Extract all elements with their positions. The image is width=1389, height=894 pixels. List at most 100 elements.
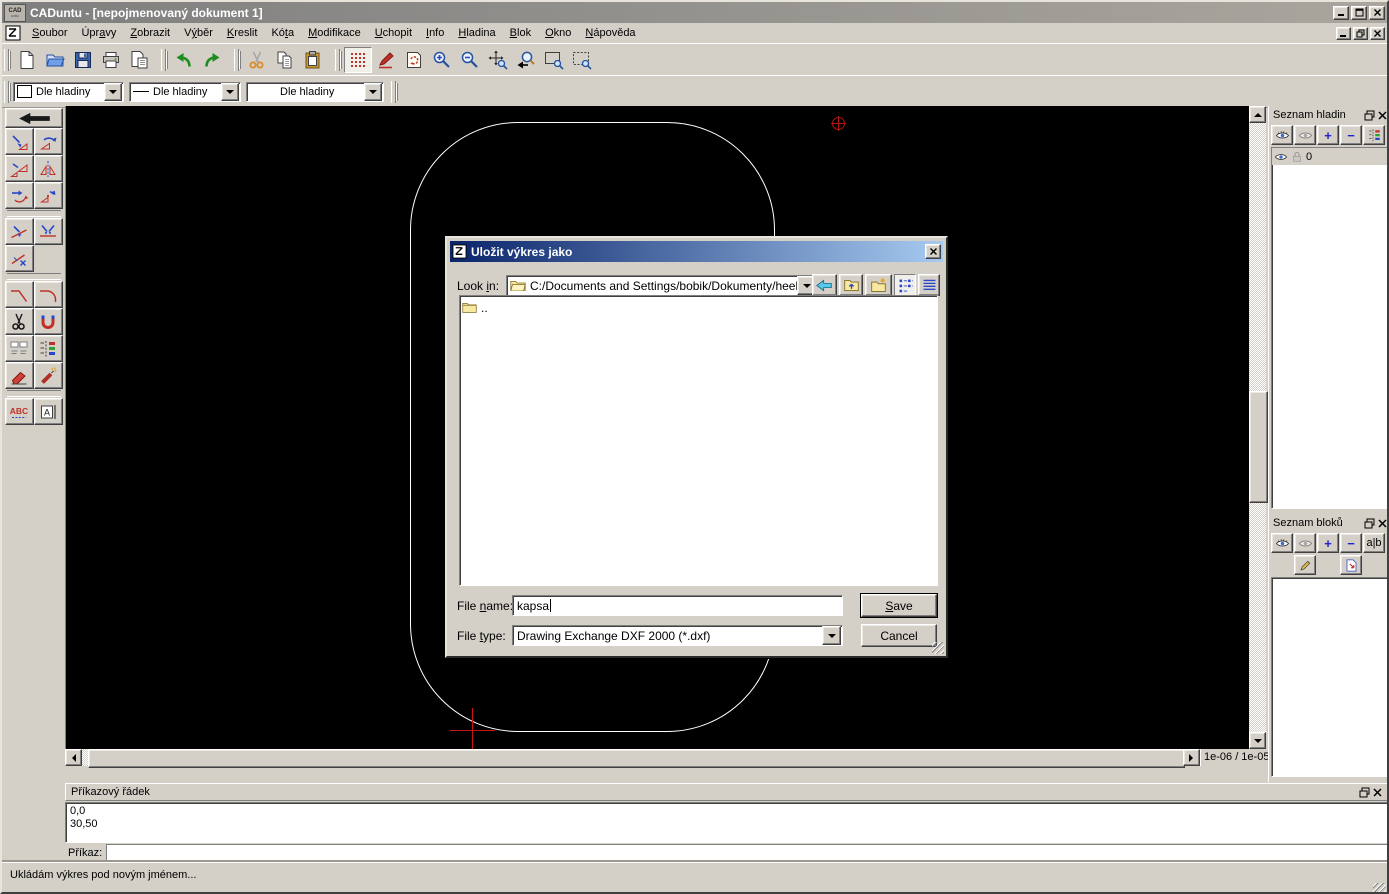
tool-delete-button[interactable]	[5, 362, 34, 389]
command-input[interactable]	[106, 844, 1388, 861]
mdi-minimize-button[interactable]	[1336, 27, 1351, 40]
maximize-button[interactable]	[1351, 6, 1367, 20]
mdi-close-button[interactable]	[1370, 27, 1385, 40]
dialog-titlebar[interactable]: Uložit výkres jako	[450, 241, 943, 262]
window-resize-grip[interactable]	[1373, 883, 1386, 894]
float-panel-icon[interactable]	[1363, 109, 1376, 122]
new-folder-button[interactable]	[865, 274, 892, 296]
tool-rotate-two-button[interactable]	[34, 182, 63, 209]
rename-block-button[interactable]: a|b	[1363, 533, 1385, 553]
file-list-item[interactable]: ..	[462, 299, 935, 316]
paste-button[interactable]	[299, 47, 327, 73]
tool-edit-text-button[interactable]: A	[34, 398, 63, 425]
show-all-blocks-button[interactable]	[1271, 533, 1293, 553]
save-file-button[interactable]	[69, 47, 97, 73]
menu-item-blok[interactable]: Blok	[503, 25, 538, 41]
pen-linetype-combo[interactable]: Dle hladiny	[246, 82, 384, 102]
look-in-combo[interactable]: C:/Documents and Settings/bobik/Dokument…	[506, 275, 818, 296]
file-name-input[interactable]: kapsa	[512, 595, 843, 616]
toolbar-handle[interactable]	[4, 49, 9, 71]
menu-item-napoveda[interactable]: Nápověda	[578, 25, 642, 41]
tool-back-button[interactable]	[5, 108, 63, 128]
scroll-down-button[interactable]	[1249, 732, 1266, 749]
list-view-button[interactable]	[894, 274, 916, 296]
zoom-auto-button[interactable]	[484, 47, 512, 73]
zoom-previous-button[interactable]	[512, 47, 540, 73]
undo-button[interactable]	[170, 47, 198, 73]
dialog-resize-grip[interactable]	[932, 642, 944, 654]
tool-trim-button[interactable]	[5, 218, 34, 245]
zoom-out-button[interactable]	[456, 47, 484, 73]
close-button[interactable]	[1369, 6, 1385, 20]
dropdown-arrow-icon[interactable]	[104, 83, 122, 101]
back-button[interactable]	[812, 274, 837, 296]
menu-item-kota[interactable]: Kóta	[264, 25, 301, 41]
vertical-scrollbar[interactable]	[1249, 106, 1266, 749]
remove-block-button[interactable]: −	[1340, 533, 1362, 553]
menu-item-vyber[interactable]: Výběr	[177, 25, 220, 41]
hscroll-thumb[interactable]	[88, 749, 1185, 768]
dropdown-arrow-icon[interactable]	[221, 83, 239, 101]
layer-list[interactable]: 0	[1271, 147, 1389, 509]
redraw-button[interactable]	[400, 47, 428, 73]
scroll-right-button[interactable]	[1183, 749, 1200, 766]
layer-attributes-button[interactable]	[1363, 125, 1385, 145]
tool-fillet-button[interactable]	[34, 281, 63, 308]
toolbar-handle[interactable]	[234, 49, 239, 71]
save-button[interactable]: Save	[861, 594, 937, 617]
new-document-button[interactable]	[13, 47, 41, 73]
hide-all-layers-button[interactable]	[1294, 125, 1316, 145]
copy-button[interactable]	[271, 47, 299, 73]
vscroll-thumb[interactable]	[1249, 391, 1268, 503]
tool-lengthen-button[interactable]	[5, 245, 34, 272]
tool-attributes-button[interactable]	[34, 335, 63, 362]
menu-item-info[interactable]: Info	[419, 25, 451, 41]
close-panel-icon[interactable]	[1371, 786, 1384, 799]
tool-divide-button[interactable]	[5, 308, 34, 335]
print-preview-button[interactable]	[125, 47, 153, 73]
dropdown-arrow-icon[interactable]	[364, 83, 382, 101]
dropdown-arrow-icon[interactable]	[822, 626, 841, 645]
show-all-layers-button[interactable]	[1271, 125, 1293, 145]
tool-rotate-button[interactable]	[34, 128, 63, 155]
up-one-level-button[interactable]	[839, 274, 863, 296]
cancel-button[interactable]: Cancel	[861, 624, 937, 647]
menu-item-modifikace[interactable]: Modifikace	[301, 25, 368, 41]
float-panel-icon[interactable]	[1358, 786, 1371, 799]
layer-visible-icon[interactable]	[1274, 150, 1288, 164]
remove-layer-button[interactable]: −	[1340, 125, 1362, 145]
grid-toggle-button[interactable]	[344, 47, 372, 73]
tool-stretch-button[interactable]	[34, 308, 63, 335]
horizontal-scrollbar[interactable]	[65, 749, 1200, 766]
tool-bevel-button[interactable]	[5, 281, 34, 308]
edit-block-button[interactable]	[1294, 555, 1316, 575]
block-list[interactable]	[1271, 577, 1389, 777]
open-file-button[interactable]	[41, 47, 69, 73]
add-layer-button[interactable]: +	[1317, 125, 1339, 145]
tool-scale-button[interactable]	[5, 155, 34, 182]
file-list[interactable]: ..	[459, 295, 938, 586]
menu-item-uchopit[interactable]: Uchopit	[368, 25, 419, 41]
tool-explode-button[interactable]	[34, 362, 63, 389]
toolbar-handle[interactable]	[161, 49, 166, 71]
pen-color-combo[interactable]: Dle hladiny	[13, 82, 124, 102]
dialog-close-button[interactable]	[925, 244, 941, 259]
cut-button[interactable]	[243, 47, 271, 73]
scroll-left-button[interactable]	[65, 749, 82, 766]
toolbar-handle[interactable]	[391, 81, 396, 103]
tool-mirror-button[interactable]	[34, 155, 63, 182]
scroll-up-button[interactable]	[1249, 106, 1266, 123]
close-panel-icon[interactable]	[1376, 517, 1389, 530]
tool-trim-two-button[interactable]	[34, 218, 63, 245]
tool-text-button[interactable]: ABC	[5, 398, 34, 425]
menu-item-hladina[interactable]: Hladina	[451, 25, 502, 41]
file-type-combo[interactable]: Drawing Exchange DXF 2000 (*.dxf)	[512, 625, 843, 646]
zoom-selection-button[interactable]	[568, 47, 596, 73]
print-button[interactable]	[97, 47, 125, 73]
float-panel-icon[interactable]	[1363, 517, 1376, 530]
hide-all-blocks-button[interactable]	[1294, 533, 1316, 553]
command-history[interactable]: 0,030,50	[65, 802, 1388, 843]
zoom-in-button[interactable]	[428, 47, 456, 73]
menu-item-upravy[interactable]: Úpravy	[74, 25, 123, 41]
tool-move-rotate-button[interactable]	[5, 182, 34, 209]
